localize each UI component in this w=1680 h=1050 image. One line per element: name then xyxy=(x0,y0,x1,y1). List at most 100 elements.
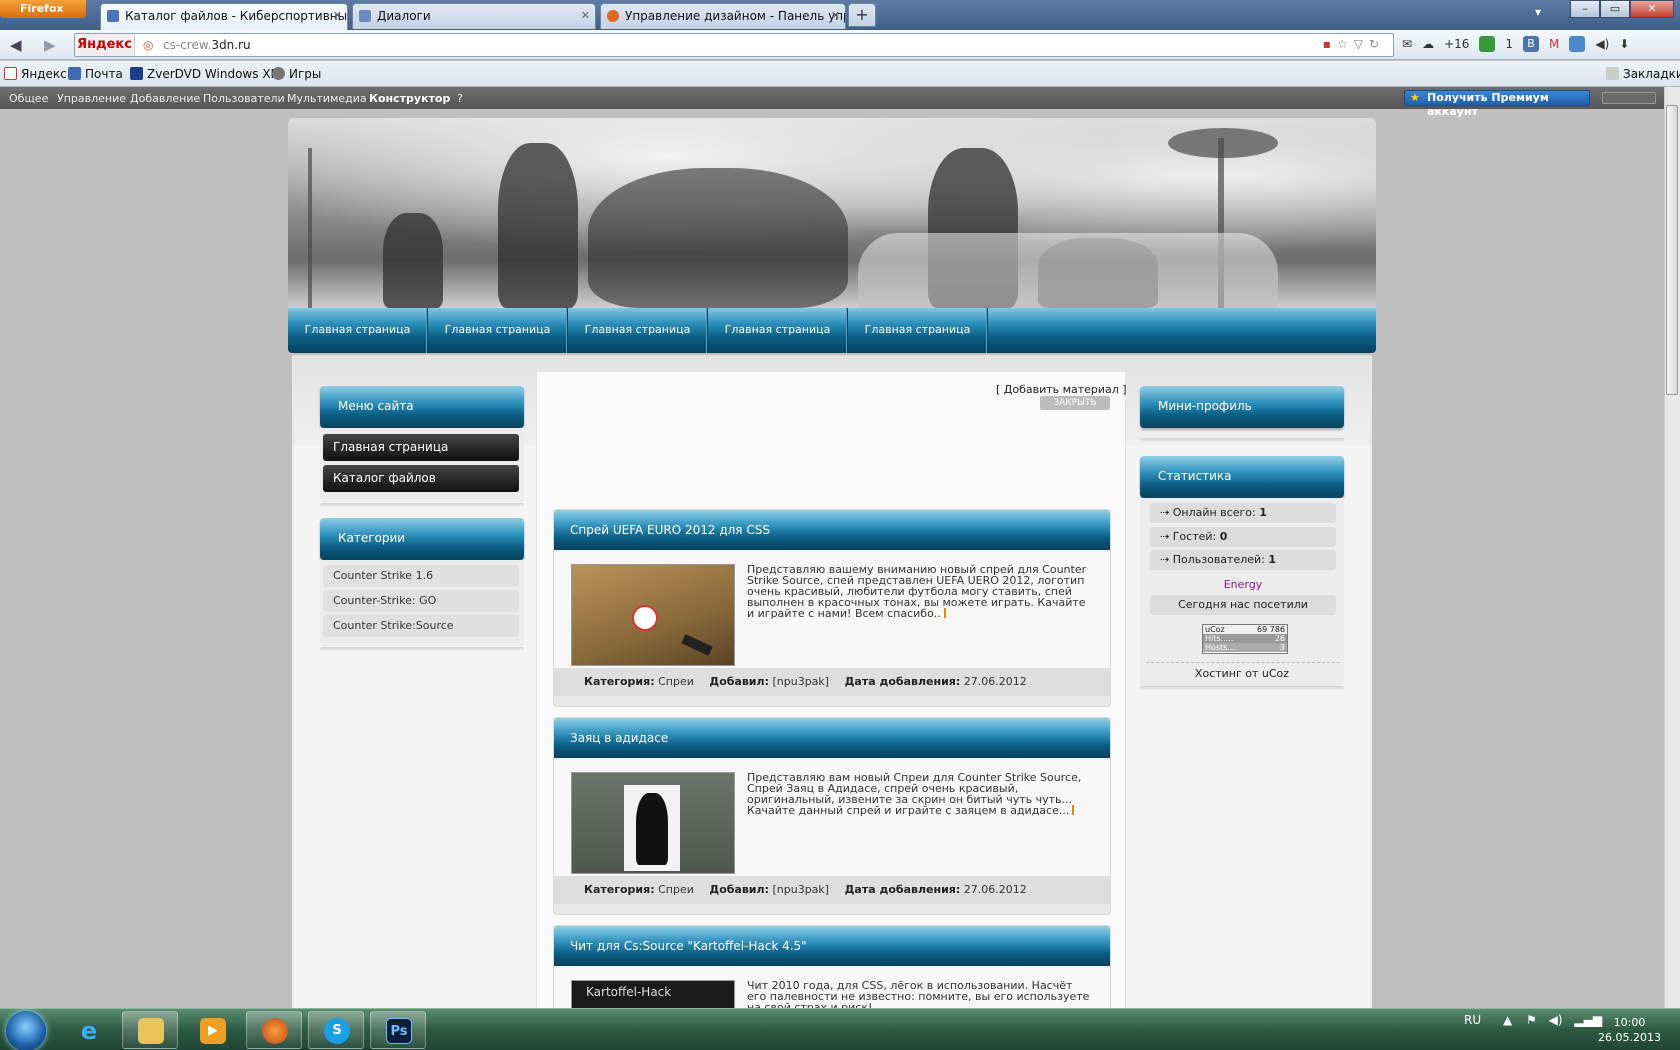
taskbar-app[interactable]: S xyxy=(308,1011,364,1049)
entry-title[interactable]: Чит для Cs:Source "Kartoffel-Hack 4.5" xyxy=(554,926,1110,966)
addon-toolbar: ✉ ☁ +16 1 В M ◀) ⬇ xyxy=(1402,36,1629,52)
address-bar[interactable]: Яндекс ◎ cs-crew.3dn.ru ▪☆▽↻ xyxy=(74,33,1394,57)
taskbar-app[interactable]: e xyxy=(60,1011,116,1049)
bookmark-mail[interactable]: Почта xyxy=(68,67,123,81)
bookmarks-menu[interactable]: Закладки xyxy=(1606,67,1680,81)
counter-total: 69 786 xyxy=(1257,625,1285,634)
language-indicator[interactable]: RU xyxy=(1464,1013,1481,1027)
taskbar-app[interactable] xyxy=(246,1011,302,1049)
category-link[interactable]: Counter Strike 1.6 xyxy=(323,565,519,587)
ucoz-menu-general[interactable]: Общее xyxy=(9,92,48,105)
ucoz-favicon-icon xyxy=(107,10,119,22)
action-center-flag-icon[interactable]: ⚑ xyxy=(1526,1013,1537,1027)
taskbar-app[interactable]: Ps xyxy=(370,1011,426,1049)
entry-thumbnail[interactable] xyxy=(571,772,735,874)
tab-title: Управление дизайном - Панель упр... xyxy=(625,9,846,23)
site-menu-header: Меню сайта xyxy=(320,386,524,428)
entry-author-link[interactable]: [npu3pak] xyxy=(772,675,829,688)
url-text[interactable]: cs-crew.3dn.ru xyxy=(163,38,251,52)
system-tray: RU ▲ ⚑ ◀) ▂▄▆ xyxy=(1464,1013,1602,1027)
weather-cloud-icon[interactable]: ☁ xyxy=(1422,37,1434,51)
entry-category-link[interactable]: Спреи xyxy=(658,675,694,688)
start-button[interactable] xyxy=(6,1011,46,1050)
gmail-icon[interactable]: M xyxy=(1549,37,1559,51)
entry-category-link[interactable]: Спреи xyxy=(658,883,694,896)
firefox-icon xyxy=(262,1018,288,1044)
back-arrow-icon[interactable]: ◀ xyxy=(10,36,22,54)
vk-icon[interactable]: В xyxy=(1523,36,1540,52)
category-link[interactable]: Counter Strike:Source xyxy=(323,615,519,637)
category-link[interactable]: Counter-Strike: GO xyxy=(323,590,519,612)
ucoz-menu-manage[interactable]: Управление xyxy=(57,92,126,105)
tab-catalog[interactable]: Каталог файлов - Киберспортивны... ✕ xyxy=(100,3,348,30)
top-menu-item[interactable]: Главная страница xyxy=(568,308,708,353)
premium-account-button[interactable]: Получить Премиум аккаунт xyxy=(1404,90,1590,118)
ucoz-menu-users[interactable]: Пользователи xyxy=(203,92,285,105)
language-flag-icon[interactable]: ▪ xyxy=(1323,37,1337,51)
top-menu-item[interactable]: Главная страница xyxy=(428,308,568,353)
minimize-icon[interactable]: – xyxy=(1570,0,1600,18)
entry-author-link[interactable]: [npu3pak] xyxy=(772,883,829,896)
close-tab-icon[interactable]: ✕ xyxy=(333,4,342,28)
mini-profile-header: Мини-профиль xyxy=(1140,386,1344,428)
bookmark-star-icon[interactable]: ☆ xyxy=(1337,37,1354,51)
mail-icon[interactable]: ✉ xyxy=(1402,37,1412,51)
address-bar-actions: ▪☆▽↻ xyxy=(1323,37,1385,51)
yandex-search-logo[interactable]: Яндекс xyxy=(75,34,135,56)
tab-dialogs[interactable]: Диалоги ✕ xyxy=(352,3,596,29)
menu-item-home[interactable]: Главная страница xyxy=(323,434,519,461)
show-hidden-icons-icon[interactable]: ▲ xyxy=(1503,1013,1512,1027)
notifications-count[interactable]: +16 xyxy=(1444,37,1469,51)
bookmark-yandex[interactable]: Яндекс xyxy=(4,67,67,81)
counter-hits: 26 xyxy=(1274,634,1285,643)
system-clock[interactable]: 10:00 26.05.2013 xyxy=(1598,1015,1661,1045)
close-window-icon[interactable]: ✕ xyxy=(1630,0,1674,18)
close-tab-icon[interactable]: ✕ xyxy=(831,4,840,28)
top-menu-item[interactable]: Главная страница xyxy=(848,308,988,353)
entry-title[interactable]: Заяц в адидасе xyxy=(554,718,1110,758)
firefox-menu-button[interactable]: Firefox xyxy=(0,0,86,18)
maximize-icon[interactable]: ▭ xyxy=(1600,0,1630,18)
site-identity-icon[interactable]: ◎ xyxy=(143,38,153,52)
top-menu-item[interactable]: Главная страница xyxy=(288,308,428,353)
file-entry: Заяц в адидасе Представляю вам новый Спр… xyxy=(553,717,1111,915)
new-tab-button[interactable]: + xyxy=(848,3,876,27)
tab-title: Диалоги xyxy=(377,9,431,23)
forward-arrow-icon[interactable]: ▶ xyxy=(44,36,56,54)
online-user-link[interactable]: Energy xyxy=(1150,578,1336,591)
close-tab-icon[interactable]: ✕ xyxy=(581,4,590,28)
scrollbar-thumb[interactable] xyxy=(1666,105,1678,395)
top-menu-item[interactable]: Главная страница xyxy=(708,308,848,353)
hosting-link[interactable]: Хостинг от uCoz xyxy=(1140,667,1344,680)
taskbar-app[interactable]: ▶ xyxy=(184,1011,240,1049)
entry-thumbnail[interactable] xyxy=(571,564,735,666)
ucoz-counter[interactable]: uCoz 69 786 Hits..... 26 Hosts.... 3 xyxy=(1202,624,1288,654)
green-addon-icon[interactable] xyxy=(1479,36,1496,52)
read-more-icon[interactable] xyxy=(1072,805,1078,815)
ucoz-favicon-icon xyxy=(607,10,619,22)
dropdown-arrow-icon[interactable]: ▽ xyxy=(1354,37,1369,51)
download-icon[interactable]: ⬇ xyxy=(1619,37,1629,51)
ucoz-menu-multimedia[interactable]: Мультимедиа xyxy=(287,92,367,105)
screenshot-icon[interactable] xyxy=(1569,36,1586,52)
ucoz-menu-add[interactable]: Добавление xyxy=(130,92,200,105)
stat-online-total: ⇢ Онлайн всего: 1 xyxy=(1150,503,1336,523)
volume-icon[interactable]: ◀) xyxy=(1595,37,1609,51)
taskbar-app[interactable] xyxy=(122,1011,178,1049)
read-more-icon[interactable] xyxy=(943,608,950,618)
add-material-link[interactable]: [ Добавить материал ] xyxy=(996,383,1127,396)
panel-slider[interactable] xyxy=(1602,92,1656,104)
ucoz-menu-help[interactable]: ? xyxy=(457,92,463,105)
bookmark-zverdvd[interactable]: ZverDVD Windows XP xyxy=(130,67,278,81)
tab-design[interactable]: Управление дизайном - Панель упр... ✕ xyxy=(600,3,846,29)
sidebar-divider xyxy=(1140,438,1344,442)
menu-item-catalog[interactable]: Каталог файлов xyxy=(323,465,519,492)
entry-title[interactable]: Спрей UEFA EURO 2012 для CSS xyxy=(554,510,1110,550)
reload-icon[interactable]: ↻ xyxy=(1369,37,1385,51)
bookmark-games[interactable]: Игры xyxy=(272,67,321,81)
ucoz-menu-constructor[interactable]: Конструктор xyxy=(369,92,450,105)
list-all-tabs-icon[interactable]: ▾ xyxy=(1535,5,1541,19)
close-button[interactable]: ЗАКРЫТЬ xyxy=(1040,396,1110,410)
entry-date: 27.06.2012 xyxy=(963,883,1027,896)
speaker-icon[interactable]: ◀) xyxy=(1549,1013,1563,1027)
